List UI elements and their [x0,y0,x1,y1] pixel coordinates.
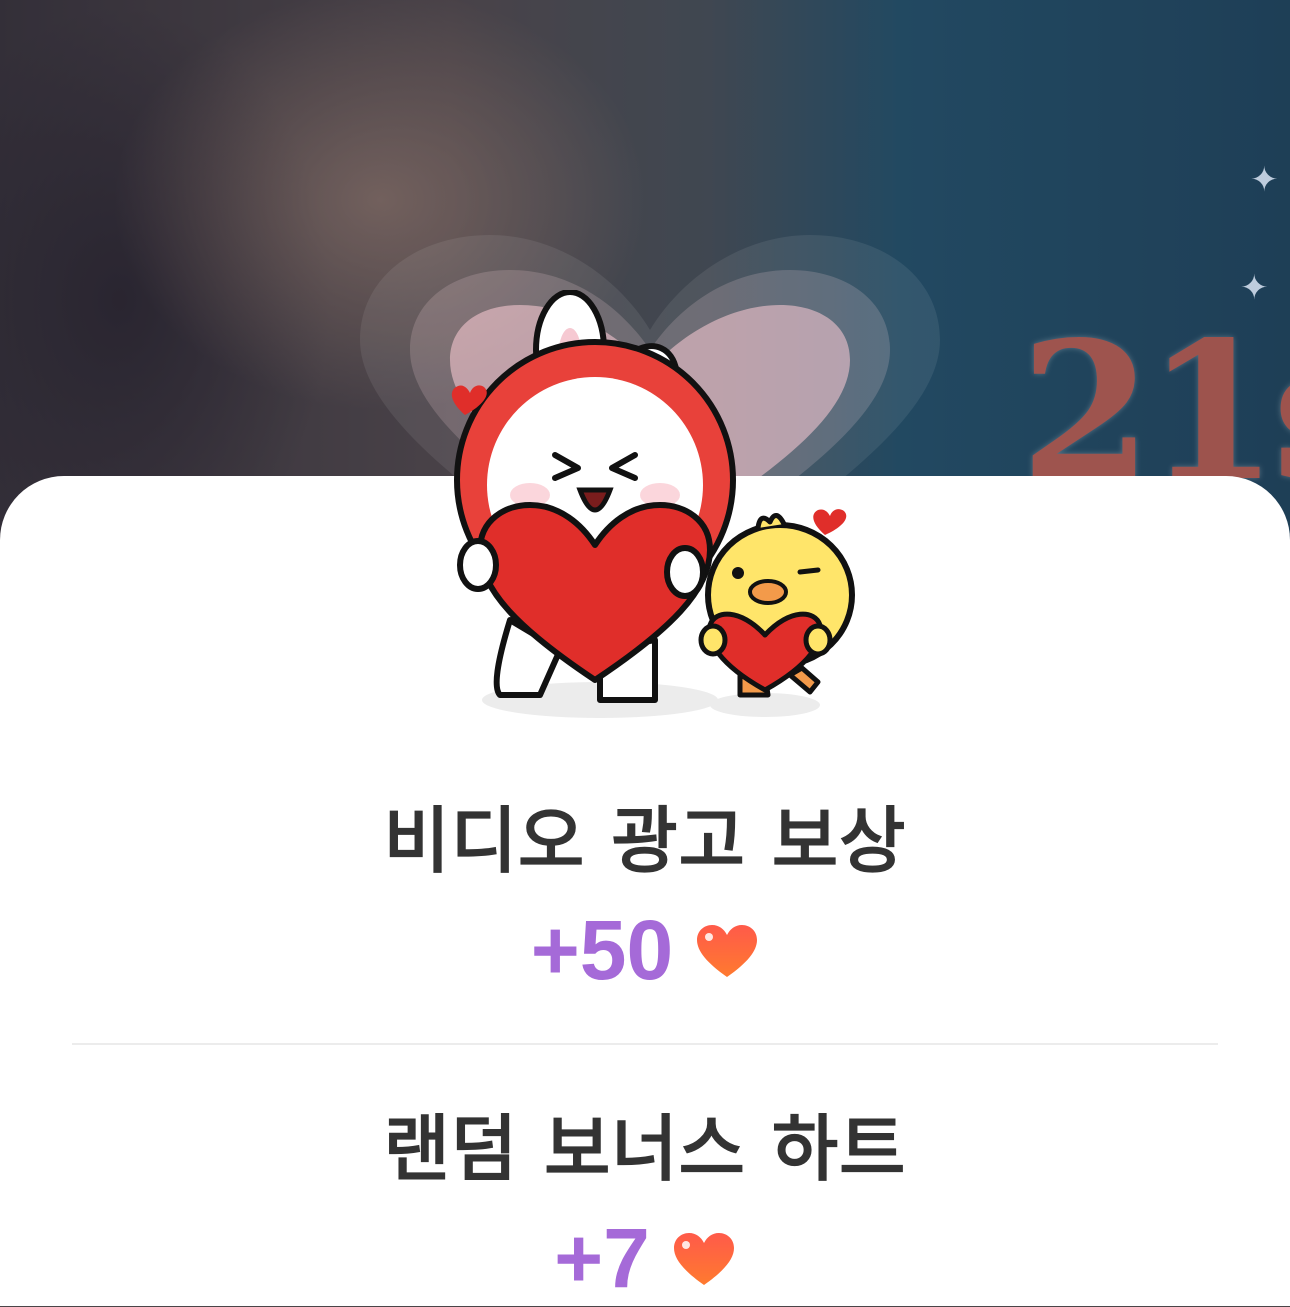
sparkle-icon: ✦ [1240,268,1269,308]
reward-amount-row-video-ad: +50 [0,902,1290,999]
section-divider [72,1043,1218,1045]
heart-icon [697,924,758,977]
reward-title-random-bonus: 랜덤 보너스 하트 [383,1107,907,1191]
reward-title-video-ad: 비디오 광고 보상 [383,799,907,883]
heart-icon [673,1232,734,1285]
reward-amount-row-random-bonus: +7 [0,1210,1290,1307]
bunny-and-chick-holding-hearts-icon [451,290,855,718]
sparkle-icon: ✦ [1250,160,1279,200]
reward-amount: +7 [554,1211,650,1305]
reward-amount: +50 [530,903,674,997]
